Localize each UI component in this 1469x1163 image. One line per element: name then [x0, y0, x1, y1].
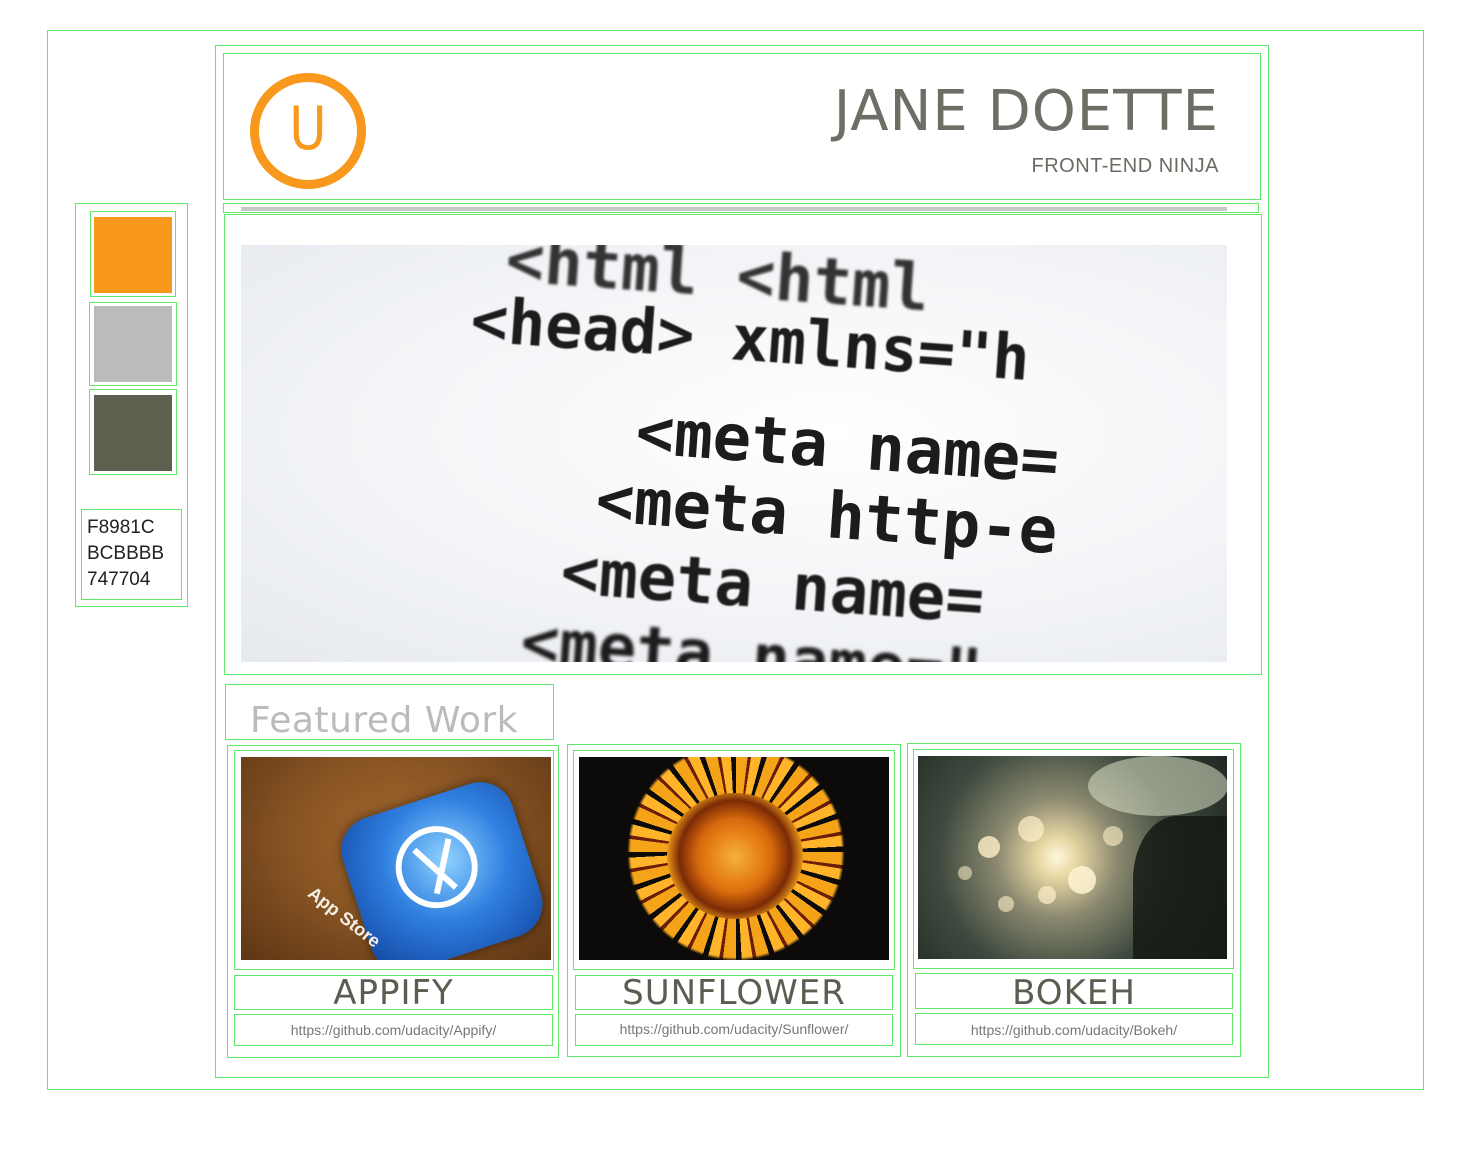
bokeh-light	[978, 836, 1000, 858]
project-link[interactable]: https://github.com/udacity/Bokeh/	[915, 1023, 1233, 1037]
bokeh-light	[1018, 816, 1044, 842]
appify-thumbnail[interactable]: App Store	[241, 757, 551, 960]
page-title: JANE DOETTE	[833, 79, 1219, 144]
bokeh-thumbnail[interactable]	[918, 756, 1227, 959]
bokeh-light	[958, 866, 972, 880]
hero-image: <html <html <head> xmlns="h <meta name= …	[241, 245, 1227, 662]
project-title[interactable]: SUNFLOWER	[575, 976, 893, 1010]
sunflower-thumbnail[interactable]	[579, 757, 889, 960]
hex-codes: F8981C BCBBBB 747704	[87, 515, 164, 593]
swatch-orange	[94, 217, 172, 293]
project-link[interactable]: https://github.com/udacity/Appify/	[234, 1023, 553, 1037]
bokeh-light	[998, 896, 1014, 912]
project-title[interactable]: APPIFY	[234, 976, 553, 1010]
section-title: Featured Work	[250, 700, 518, 741]
hex-code: 747704	[87, 569, 151, 590]
cloud-highlight	[1088, 756, 1227, 816]
sunflower-center	[697, 821, 773, 893]
bokeh-light	[1068, 866, 1096, 894]
hex-code: BCBBBB	[87, 543, 165, 564]
swatch-gray	[94, 306, 172, 382]
bokeh-light	[1038, 886, 1056, 904]
logo-letter: U	[289, 94, 327, 164]
project-link[interactable]: https://github.com/udacity/Sunflower/	[575, 1022, 893, 1036]
project-title[interactable]: BOKEH	[915, 976, 1233, 1010]
hex-code: F8981C	[87, 517, 155, 538]
tree-silhouette	[1133, 816, 1227, 959]
bokeh-light	[1103, 826, 1123, 846]
udacity-logo[interactable]: U	[250, 73, 366, 189]
page-subtitle: FRONT-END NINJA	[1031, 155, 1219, 177]
swatch-olive	[94, 395, 172, 471]
divider	[241, 207, 1227, 211]
